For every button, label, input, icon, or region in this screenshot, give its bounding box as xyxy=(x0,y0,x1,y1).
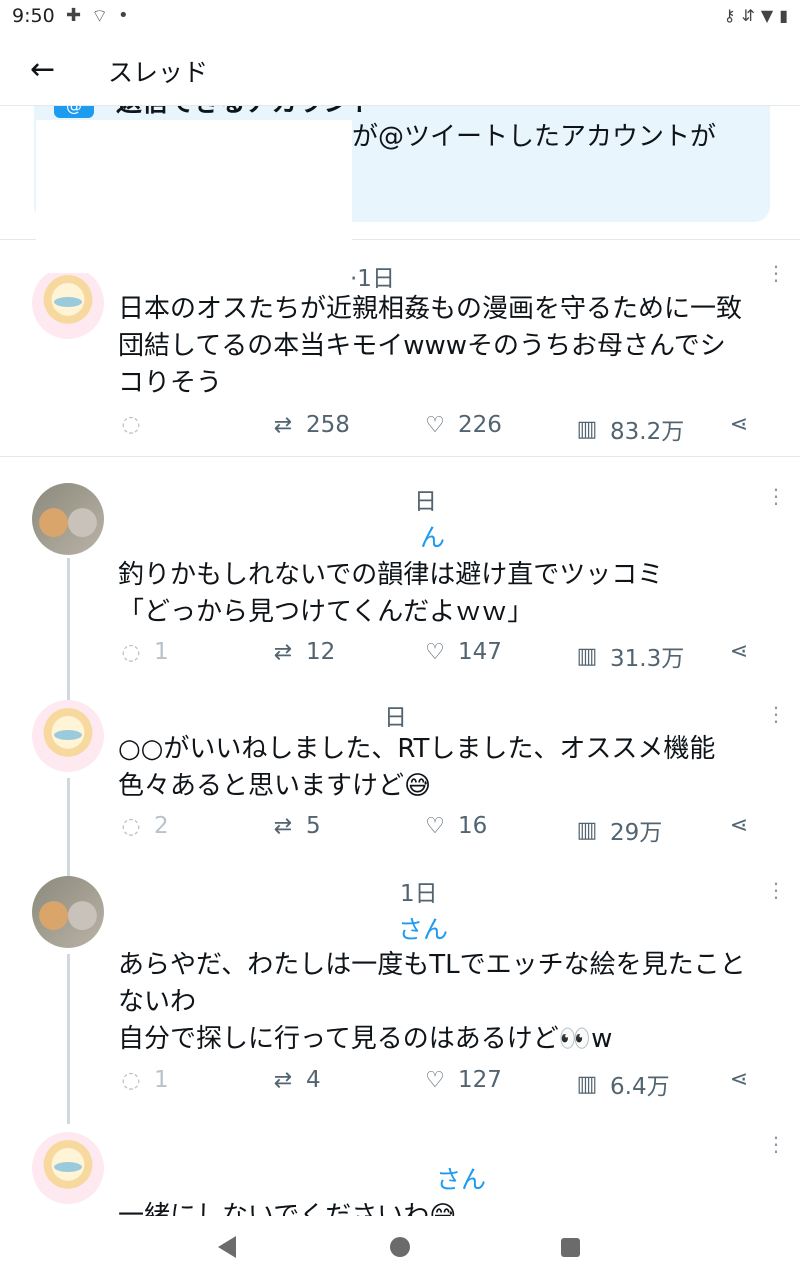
retweet-icon: ⇄ xyxy=(273,813,293,839)
retweet-icon: ⇄ xyxy=(273,639,293,665)
tweet-actions: ◌ ⇄ 258 ♡ 226 ▥ 83.2万 ⋖ xyxy=(118,412,768,446)
notice-body: が@ツイートしたアカウントが xyxy=(352,122,717,152)
tweet-timestamp[interactable]: 日 xyxy=(384,698,407,732)
wifi-full-icon: ▼ xyxy=(760,6,774,25)
share-button[interactable]: ⋖ xyxy=(726,1067,752,1092)
tweet-text: 日本のオスたちが近親相姦もの漫画を守るために一致 団結してるの本当キモイwwwそ… xyxy=(118,294,743,398)
avatar[interactable] xyxy=(32,483,104,555)
bar-chart-icon: ▥ xyxy=(576,416,598,442)
retweet-button[interactable]: ⇄ 258 xyxy=(270,412,350,438)
retweet-button[interactable]: ⇄ 12 xyxy=(270,639,336,665)
tweet-handle[interactable]: さん xyxy=(398,910,448,946)
tweet[interactable]: 日 ん ⋮ 釣りかもしれないでの韻律は避け直でツッコミ 「どっから見つけてくんだ… xyxy=(0,456,800,700)
tweet-text: ○○がいいねしました、RTしました、オススメ機能 色々あると思いますけど😅 xyxy=(118,734,716,801)
arrow-left-icon[interactable]: ← xyxy=(30,52,66,88)
status-bar: 9:50 ✚ ⌔ • ⚷ ⇵ ▼ ▮ xyxy=(0,0,800,34)
reply-button[interactable]: ◌ 1 xyxy=(118,1067,168,1093)
retweet-button[interactable]: ⇄ 4 xyxy=(270,1067,321,1093)
retweet-icon: ⇄ xyxy=(273,412,293,438)
tweet[interactable]: ⋮ さん 一緒にしないでくださいわ😅 xyxy=(0,1118,800,1216)
share-button[interactable]: ⋖ xyxy=(726,813,752,838)
reply-icon: ◌ xyxy=(121,639,141,665)
share-icon: ⋖ xyxy=(729,639,749,664)
avatar[interactable] xyxy=(32,876,104,948)
views-button[interactable]: ▥ 6.4万 xyxy=(574,1067,670,1101)
reply-icon: ◌ xyxy=(121,1067,141,1093)
tweet-handle[interactable]: ん xyxy=(420,518,445,554)
views-button[interactable]: ▥ 31.3万 xyxy=(574,639,685,673)
heart-icon: ♡ xyxy=(425,412,445,438)
tweet-text: 釣りかもしれないでの韻律は避け直でツッコミ 「どっから見つけてくんだよｗｗ」 xyxy=(118,560,664,627)
share-button[interactable]: ⋖ xyxy=(726,639,752,664)
reply-button[interactable]: ◌ 2 xyxy=(118,813,168,839)
tweet-timestamp[interactable]: 日 xyxy=(414,482,437,516)
notice-title: 返信できるアカウント xyxy=(116,106,375,119)
reply-button[interactable]: ◌ 1 xyxy=(118,639,168,665)
battery-icon: ▮ xyxy=(779,6,788,25)
avatar[interactable] xyxy=(32,267,104,339)
like-button[interactable]: ♡ 226 xyxy=(422,412,502,438)
share-icon: ⋖ xyxy=(729,1067,749,1092)
reply-icon: ◌ xyxy=(121,813,141,839)
retweet-icon: ⇄ xyxy=(273,1067,293,1093)
thread-content[interactable]: @ 返信できるアカウント が@ツイートしたアカウントが ·1日 ⋮ 日本のオスた… xyxy=(0,106,800,1216)
thread-line xyxy=(67,558,70,700)
nav-recents-icon[interactable] xyxy=(561,1238,580,1257)
share-icon: ⋖ xyxy=(729,813,749,838)
share-button[interactable]: ⋖ xyxy=(726,412,752,437)
bar-chart-icon: ▥ xyxy=(576,1071,598,1097)
avatar[interactable] xyxy=(32,1132,104,1204)
system-nav-bar xyxy=(0,1216,800,1280)
reply-button[interactable]: ◌ xyxy=(118,412,154,437)
at-sign-icon: @ xyxy=(54,106,94,118)
thread-line xyxy=(67,954,70,1124)
tweet-text: 一緒にしないでくださいわ😅 xyxy=(118,1201,457,1216)
tweet-actions: ◌ 1 ⇄ 12 ♡ 147 ▥ 31.3万 ⋖ xyxy=(118,639,768,673)
views-button[interactable]: ▥ 83.2万 xyxy=(574,412,685,446)
nav-back-icon[interactable] xyxy=(218,1236,236,1258)
tweet[interactable]: 日 ⋮ ○○がいいねしました、RTしました、オススメ機能 色々あると思いますけど… xyxy=(0,686,800,878)
redaction-block xyxy=(36,239,352,273)
heart-icon: ♡ xyxy=(425,639,445,665)
wifi-icon: ⌔ xyxy=(91,6,109,27)
reply-icon: ◌ xyxy=(121,412,141,437)
like-button[interactable]: ♡ 16 xyxy=(422,813,487,839)
tweet[interactable]: 1日 さん ⋮ あらやだ、わたしは一度もTLでエッチな絵を見たこと ないわ 自分… xyxy=(0,862,800,1124)
heart-icon: ♡ xyxy=(425,813,445,839)
tweet[interactable]: ·1日 ⋮ 日本のオスたちが近親相姦もの漫画を守るために一致 団結してるの本当キ… xyxy=(0,239,800,456)
dot-icon: • xyxy=(118,5,129,26)
tweet-text: あらやだ、わたしは一度もTLでエッチな絵を見たこと ないわ 自分で探しに行って見… xyxy=(118,950,746,1054)
retweet-button[interactable]: ⇄ 5 xyxy=(270,813,321,839)
tweet-handle[interactable]: さん xyxy=(436,1160,486,1196)
more-options-icon[interactable]: ⋮ xyxy=(766,880,786,900)
more-options-icon[interactable]: ⋮ xyxy=(766,263,786,283)
page-title: スレッド xyxy=(108,58,209,87)
puzzle-icon: ✚ xyxy=(66,5,82,26)
more-options-icon[interactable]: ⋮ xyxy=(766,486,786,506)
tweet-timestamp[interactable]: 1日 xyxy=(400,874,438,908)
top-app-bar: ← スレッド xyxy=(0,34,800,106)
like-button[interactable]: ♡ 147 xyxy=(422,639,502,665)
more-options-icon[interactable]: ⋮ xyxy=(766,1134,786,1154)
tweet-actions: ◌ 2 ⇄ 5 ♡ 16 ▥ 29万 ⋖ xyxy=(118,813,768,847)
tweet-timestamp[interactable]: ·1日 xyxy=(350,259,395,293)
tweet-actions: ◌ 1 ⇄ 4 ♡ 127 ▥ 6.4万 ⋖ xyxy=(118,1067,768,1101)
like-button[interactable]: ♡ 127 xyxy=(422,1067,502,1093)
bar-chart-icon: ▥ xyxy=(576,643,598,669)
signal-icon: ⇵ xyxy=(741,6,755,25)
key-icon: ⚷ xyxy=(723,6,736,25)
bar-chart-icon: ▥ xyxy=(576,817,598,843)
share-icon: ⋖ xyxy=(729,412,749,437)
views-button[interactable]: ▥ 29万 xyxy=(574,813,663,847)
nav-home-icon[interactable] xyxy=(390,1237,410,1257)
avatar[interactable] xyxy=(32,700,104,772)
more-options-icon[interactable]: ⋮ xyxy=(766,704,786,724)
heart-icon: ♡ xyxy=(425,1067,445,1093)
status-time: 9:50 xyxy=(12,5,55,27)
